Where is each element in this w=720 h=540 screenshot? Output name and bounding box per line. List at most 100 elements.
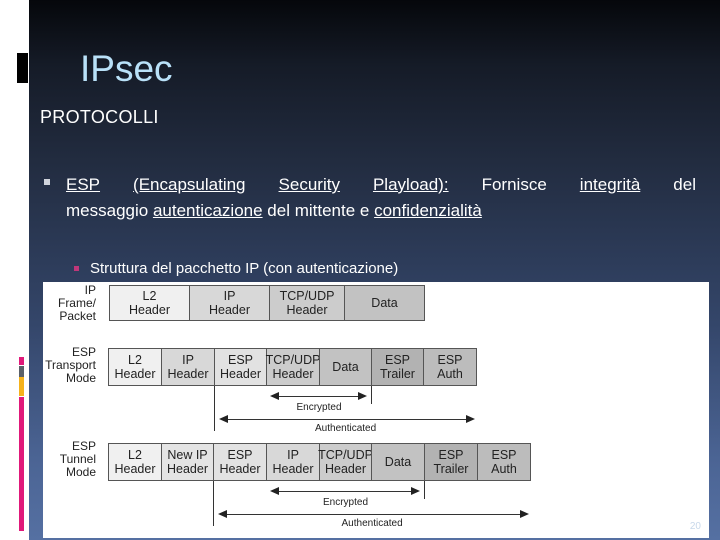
packet-field-label: IP Header	[209, 289, 250, 317]
packet-field-line: Header	[220, 367, 261, 381]
packet-field-label: ESP Trailer	[434, 448, 469, 476]
packet-field-label: Data	[332, 360, 358, 374]
packet-field: ESP Trailer	[371, 348, 424, 386]
arrow-left-icon	[219, 415, 228, 423]
packet-field-line: IP	[223, 289, 236, 303]
packet-field: IP Header	[161, 348, 215, 386]
packet-field-line: Header	[114, 462, 156, 476]
accent-bar-pink-top	[19, 357, 24, 365]
packet-field-line: IP	[182, 353, 194, 367]
packet-field-line: Header	[272, 462, 314, 476]
page-number: 20	[689, 521, 701, 532]
arrow-right-icon	[520, 510, 529, 518]
packet-field-line: ESP	[227, 353, 253, 367]
packet-field-line: Header	[209, 303, 250, 317]
packet-field-line: Data	[332, 360, 359, 374]
packet-field-line: Header	[114, 367, 156, 381]
authenticated-arrow-line	[221, 514, 524, 515]
packet-field-line: Data	[384, 455, 412, 469]
word-fornisce: Fornisce	[481, 175, 547, 194]
packet-field-label: ESP Auth	[437, 353, 463, 381]
packet-field-line: Header	[325, 462, 366, 476]
packet-field: TCP/UDP Header	[318, 443, 373, 481]
row-label: ESP Transport Mode	[43, 346, 96, 385]
description-line-2: messaggio autenticazione del mittente e …	[66, 198, 696, 224]
packet-field-label: Data	[385, 455, 411, 469]
packet-field-line: ESP	[384, 353, 410, 367]
packet-field-label: IP Header	[168, 353, 209, 381]
row-label-line: Packet	[59, 309, 96, 323]
authenticated-arrow-line	[222, 419, 470, 420]
encrypted-arrow-line	[272, 491, 418, 492]
packet-field-line: Data	[371, 296, 398, 310]
packet-field-line: Trailer	[433, 462, 469, 476]
packet-field-label: L2 Header	[115, 448, 156, 476]
packet-field-line: TCP/UDP	[265, 353, 321, 367]
esp-description: ESP (Encapsulating Security Playload): F…	[66, 172, 696, 224]
slide-subtitle: PROTOCOLLI	[40, 107, 159, 127]
packet-field-line: IP	[287, 448, 299, 462]
packet-field: Data	[344, 285, 425, 321]
bullet-square-icon	[44, 179, 50, 185]
encrypted-label: Encrypted	[296, 402, 342, 413]
auth-start-guide	[213, 481, 214, 526]
packet-field: ESP Header	[214, 348, 267, 386]
packet-field: New IP Header	[161, 443, 214, 481]
packet-field-line: Header	[272, 367, 314, 381]
packet-field: TCP/UDP Header	[266, 348, 320, 386]
encrypted-label: Encrypted	[323, 497, 369, 508]
term-confidenzialita: confidenzialità	[374, 201, 482, 220]
enc-end-guide	[371, 386, 372, 404]
packet-field-label: TCP/UDP Header	[266, 353, 321, 381]
packet-field-label: ESP Header	[220, 353, 261, 381]
term-security: Security	[278, 175, 340, 194]
sub-bullet-text: Struttura del pacchetto IP (con autentic…	[90, 260, 399, 277]
text-messaggio: messaggio	[66, 201, 153, 220]
packet-field-line: Header	[129, 303, 170, 317]
packet-field-line: ESP	[438, 448, 464, 462]
packet-field-line: Auth	[437, 367, 463, 381]
packet-field: IP Header	[189, 285, 270, 321]
arrow-right-icon	[358, 392, 367, 400]
row-label-line: Mode	[65, 465, 96, 479]
packet-field: TCP/UDP Header	[269, 285, 345, 321]
packet-field-line: L2	[128, 353, 142, 367]
accent-bar-gray	[19, 366, 24, 377]
row-label: IP Frame/Packet	[43, 284, 96, 323]
row-label: ESP Tunnel Mode	[43, 440, 96, 479]
auth-start-guide	[214, 386, 215, 431]
packet-field: Data	[319, 348, 372, 386]
packet-field: L2 Header	[109, 285, 190, 321]
term-encapsulating: (Encapsulating	[133, 175, 246, 194]
packet-field-line: Header	[219, 462, 261, 476]
arrow-right-icon	[466, 415, 475, 423]
packet-field: IP Header	[266, 443, 320, 481]
arrow-left-icon	[218, 510, 227, 518]
term-autenticazione: autenticazione	[152, 201, 263, 220]
authenticated-label: Authenticated	[315, 423, 377, 434]
slide-title: IPsec	[80, 48, 173, 89]
title-marker	[17, 53, 28, 83]
authenticated-label: Authenticated	[341, 518, 403, 529]
arrow-left-icon	[270, 392, 279, 400]
packet-field: L2 Header	[108, 348, 162, 386]
term-esp: ESP	[66, 175, 101, 194]
packet-field-label: IP Header	[273, 448, 314, 476]
packet-field-label: TCP/UDP Header	[318, 448, 373, 476]
packet-field-line: L2	[128, 448, 142, 462]
packet-field: ESP Auth	[423, 348, 477, 386]
row-label-line: Mode	[65, 371, 96, 385]
packet-field-line: Trailer	[380, 367, 415, 381]
packet-field: Data	[371, 443, 425, 481]
packet-field-line: Header	[167, 367, 209, 381]
esp-packet-diagram: 20 IP Frame/Packet L2 Header IP Header TCP/UDP…	[43, 282, 709, 538]
encrypted-arrow-line	[272, 396, 365, 397]
enc-end-guide	[424, 481, 425, 499]
accent-bar-pink	[19, 397, 24, 531]
word-del: del	[673, 175, 696, 194]
packet-field: L2 Header	[108, 443, 162, 481]
packet-field-line: ESP	[437, 353, 463, 367]
arrow-left-icon	[270, 487, 279, 495]
packet-field-label: New IP Header	[167, 448, 208, 476]
packet-field-line: Header	[167, 462, 208, 476]
